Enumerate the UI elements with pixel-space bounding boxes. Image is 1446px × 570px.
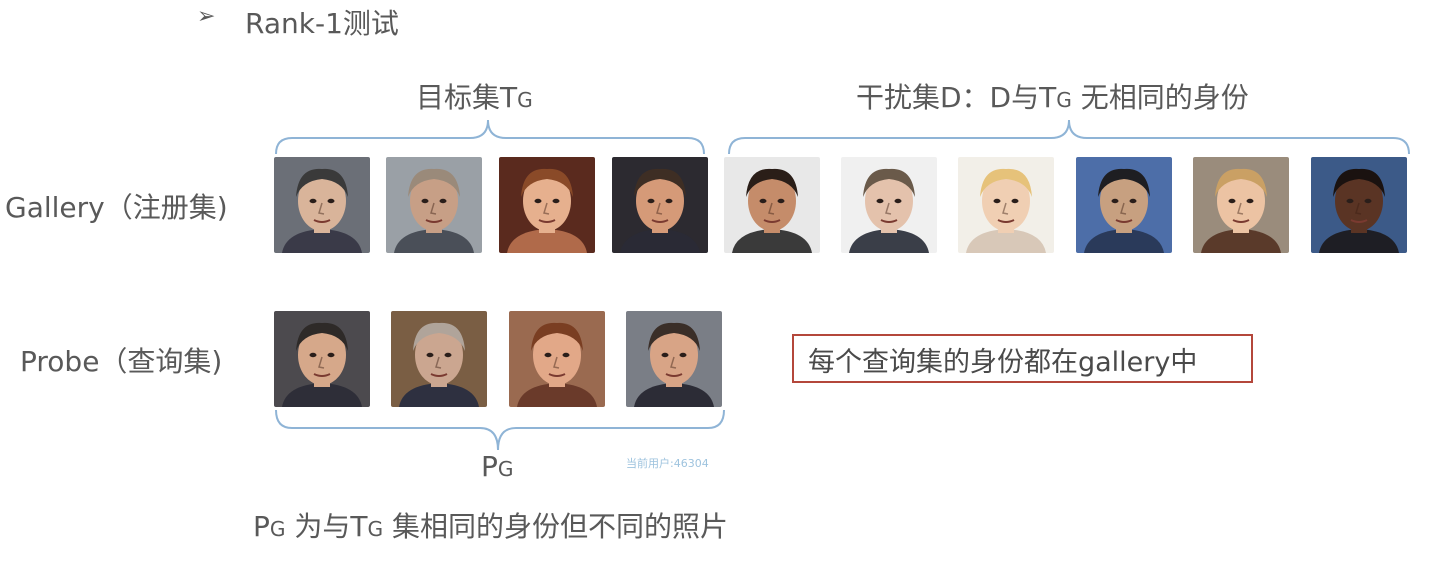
probe-row-label: Probe（查询集) <box>20 345 223 378</box>
caption-post: 集相同的身份但不同的照片 <box>383 510 729 543</box>
gallery-face-10-face-photo-icon <box>1311 157 1407 253</box>
caption-t-sub: G <box>367 517 384 541</box>
caption-p-sub: G <box>269 517 286 541</box>
probe-set-label: PG <box>481 450 514 483</box>
probe-set-label-sub: G <box>497 457 514 481</box>
gallery-face-5-face-photo-icon <box>724 157 820 253</box>
identity-note-box: 每个查询集的身份都在gallery中 <box>792 334 1253 383</box>
target-set-label-main: 目标集T <box>416 81 518 114</box>
identity-note-text: 每个查询集的身份都在gallery中 <box>808 347 1198 378</box>
distractor-set-label: 干扰集D：D与TG 无相同的身份 <box>856 76 1249 116</box>
caption-mid: 为与T <box>285 510 368 543</box>
probe-set-brace <box>275 409 725 451</box>
gallery-face-4-face-photo-icon <box>612 157 708 253</box>
gallery-face-8-face-photo-icon <box>1076 157 1172 253</box>
distractor-set-label-sub: G <box>1056 88 1072 112</box>
caption: PG 为与TG 集相同的身份但不同的照片 <box>253 505 728 545</box>
section-title: Rank-1测试 <box>245 7 399 40</box>
gallery-face-3-face-photo-icon <box>499 157 595 253</box>
distractor-set-label-post: 无相同的身份 <box>1071 81 1249 114</box>
gallery-face-2-face-photo-icon <box>386 157 482 253</box>
caption-p: P <box>253 510 270 543</box>
distractor-set-brace <box>728 119 1410 155</box>
slide: ➢ Rank-1测试 目标集TG 干扰集D：D与TG 无相同的身份 Galler… <box>0 0 1446 570</box>
distractor-set-label-pre: 干扰集D：D与T <box>856 81 1057 114</box>
probe-face-2-face-photo-icon <box>391 311 487 407</box>
probe-set-label-main: P <box>481 450 498 483</box>
probe-face-1-face-photo-icon <box>274 311 370 407</box>
gallery-face-9-face-photo-icon <box>1193 157 1289 253</box>
probe-face-3-face-photo-icon <box>509 311 605 407</box>
gallery-face-7-face-photo-icon <box>958 157 1054 253</box>
gallery-face-1-face-photo-icon <box>274 157 370 253</box>
gallery-row-label: Gallery（注册集) <box>5 191 228 224</box>
target-set-label: 目标集TG <box>416 76 533 116</box>
probe-face-4-face-photo-icon <box>626 311 722 407</box>
user-watermark: 当前用户:46304 <box>626 457 709 470</box>
target-set-brace <box>275 119 705 155</box>
bullet-arrow-icon: ➢ <box>197 4 216 29</box>
target-set-label-sub: G <box>517 88 533 112</box>
gallery-face-6-face-photo-icon <box>841 157 937 253</box>
